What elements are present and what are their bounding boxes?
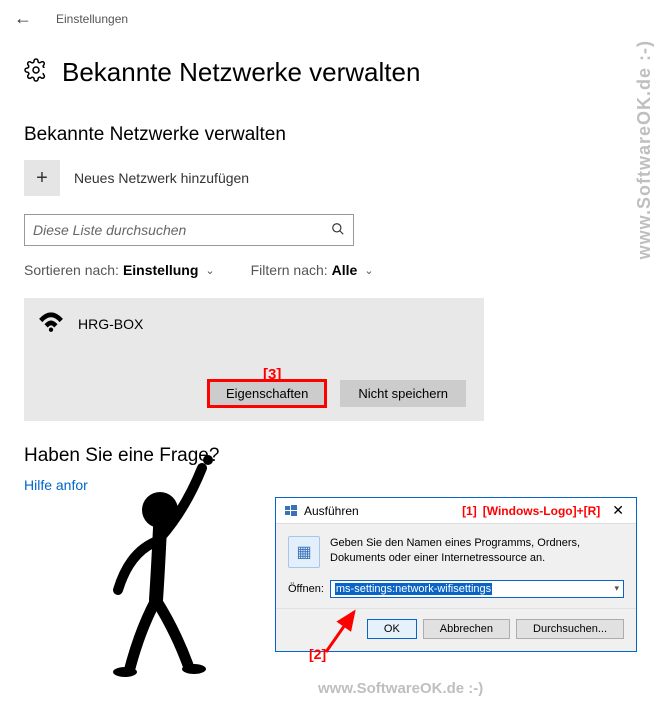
annotation-arrow	[322, 606, 362, 656]
run-dialog-description: Geben Sie den Namen eines Programms, Ord…	[330, 536, 624, 568]
filter-value: Alle	[332, 262, 358, 278]
network-list-item[interactable]: HRG-BOX Eigenschaften Nicht speichern	[24, 298, 484, 421]
run-dialog-title: Ausführen	[304, 504, 456, 518]
search-icon	[331, 222, 345, 239]
annotation-marker-3: [3]	[263, 366, 281, 383]
chevron-down-icon: ⌄	[364, 264, 373, 277]
help-link[interactable]: Hilfe anfor	[24, 477, 88, 493]
header-title: Einstellungen	[56, 12, 128, 26]
section-title: Bekannte Netzwerke verwalten	[24, 124, 637, 146]
sort-dropdown[interactable]: Sortieren nach: Einstellung ⌄	[24, 262, 215, 278]
sort-value: Einstellung	[123, 262, 198, 278]
search-placeholder: Diese Liste durchsuchen	[33, 222, 331, 238]
page-title: Bekannte Netzwerke verwalten	[62, 57, 420, 88]
run-dialog-titlebar[interactable]: Ausführen [1] [Windows-Logo]+[R] ✕	[276, 498, 636, 524]
network-name: HRG-BOX	[78, 316, 143, 332]
plus-icon: +	[24, 160, 60, 196]
filter-label: Filtern nach:	[251, 262, 328, 278]
question-title: Haben Sie eine Frage?	[24, 445, 637, 467]
ok-button[interactable]: OK	[367, 619, 417, 639]
annotation-marker-2: [2]	[309, 646, 326, 662]
run-app-icon: ▦	[288, 536, 320, 568]
annotation-marker-1: [1]	[462, 504, 477, 518]
search-input[interactable]: Diese Liste durchsuchen	[24, 214, 354, 246]
properties-button[interactable]: Eigenschaften	[208, 380, 326, 407]
add-network-button[interactable]: + Neues Netzwerk hinzufügen	[24, 160, 637, 196]
run-open-label: Öffnen:	[288, 583, 324, 595]
back-arrow-icon[interactable]: ←	[14, 8, 32, 29]
chevron-down-icon[interactable]: ▾	[610, 583, 619, 594]
add-network-label: Neues Netzwerk hinzufügen	[74, 170, 249, 186]
wifi-icon	[38, 310, 64, 338]
forget-button[interactable]: Nicht speichern	[340, 380, 466, 407]
sort-label: Sortieren nach:	[24, 262, 119, 278]
annotation-shortcut: [Windows-Logo]+[R]	[483, 504, 601, 518]
cancel-button[interactable]: Abbrechen	[423, 619, 510, 639]
close-icon[interactable]: ✕	[608, 502, 628, 519]
run-open-input[interactable]: ms-settings:network-wifisettings ▾	[330, 580, 624, 598]
watermark-vertical: www.SoftwareOK.de :-)	[634, 40, 655, 259]
run-open-value: ms-settings:network-wifisettings	[335, 583, 492, 595]
chevron-down-icon: ⌄	[205, 264, 214, 277]
watermark-horizontal: www.SoftwareOK.de :-)	[318, 680, 483, 697]
filter-dropdown[interactable]: Filtern nach: Alle ⌄	[251, 262, 374, 278]
gear-icon	[24, 58, 48, 88]
windows-icon	[284, 504, 298, 518]
browse-button[interactable]: Durchsuchen...	[516, 619, 624, 639]
